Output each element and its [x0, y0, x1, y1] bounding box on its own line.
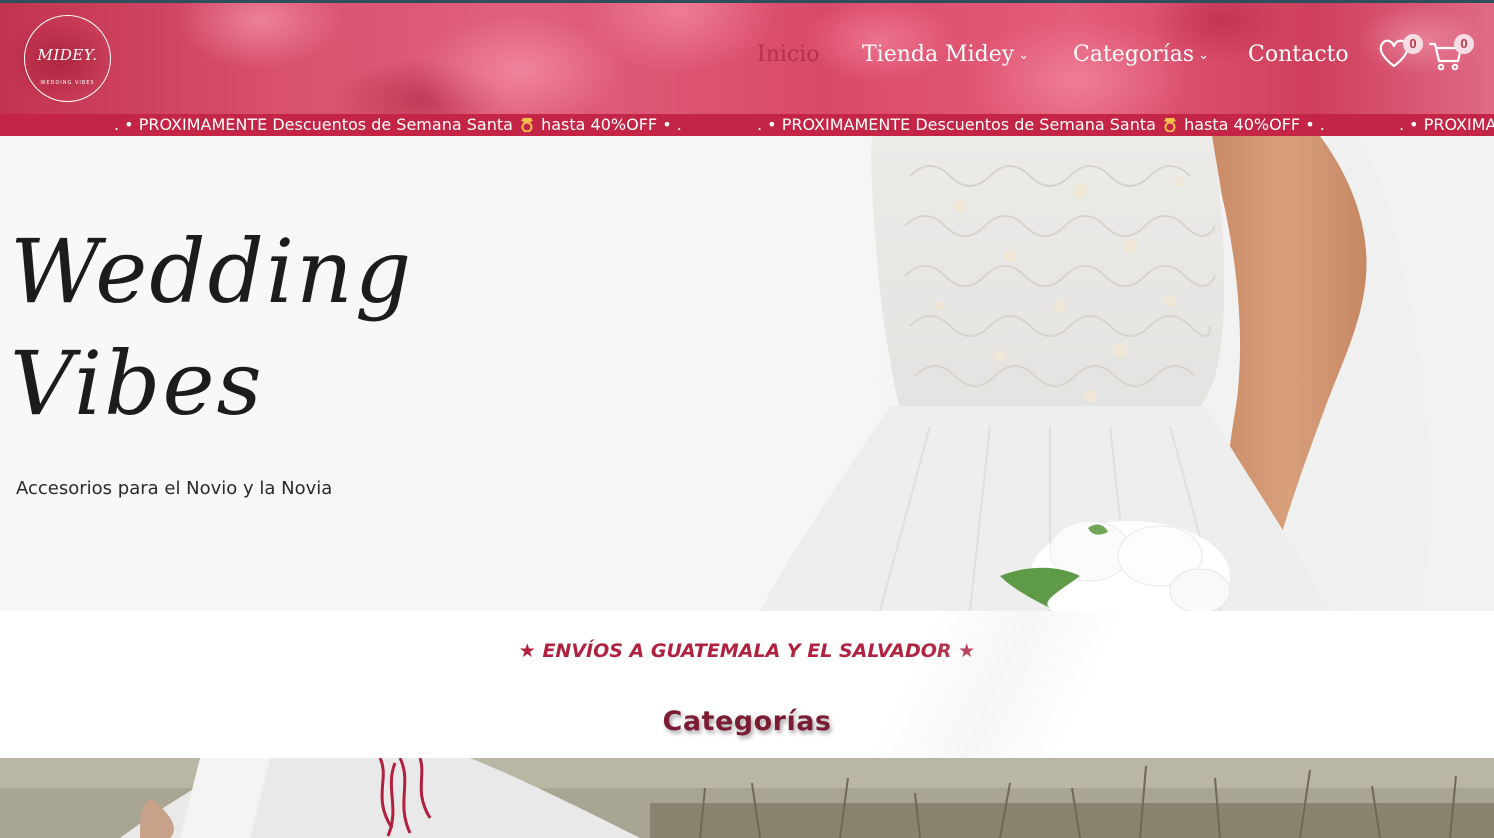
logo-subtext: WEDDING VIBES [40, 80, 95, 86]
ticker-text: . • PROXIMAMENTE [1399, 115, 1494, 134]
hero-title-line: Wedding [10, 220, 414, 323]
hero-title: Wedding Vibes [10, 216, 430, 440]
hero-title-line: Vibes [10, 332, 264, 435]
nav-label: Categorías [1073, 42, 1195, 67]
nav-tienda-midey[interactable]: Tienda Midey ⌄ [862, 42, 1029, 67]
nav-label: Contacto [1248, 42, 1349, 67]
bride-field-photo [0, 758, 1494, 838]
shipping-notice: ★ ENVÍOS A GUATEMALA Y EL SALVADOR ★ [518, 640, 976, 662]
nav-contacto[interactable]: Contacto [1248, 42, 1349, 67]
hero-subtitle: Accesorios para el Novio y la Novia [16, 478, 333, 499]
ticker-text: . • PROXIMAMENTE Descuentos de Semana Sa… [114, 115, 513, 134]
nav-label: Tienda Midey [862, 42, 1015, 67]
cart-count-badge: 0 [1454, 34, 1474, 54]
nav-categorias[interactable]: Categorías ⌄ [1073, 42, 1209, 67]
chevron-down-icon: ⌄ [1018, 48, 1030, 63]
ticker-text: . • PROXIMAMENTE Descuentos de Semana Sa… [757, 115, 1156, 134]
cart-button[interactable]: 0 [1428, 34, 1474, 76]
ticker-text: hasta 40%OFF • . [541, 115, 682, 134]
ticker-item: . • PROXIMAMENTE Descuentos de Semana Sa… [114, 116, 682, 134]
ticker-item: . • PROXIMAMENTE [1399, 116, 1494, 134]
ring-icon [1164, 118, 1176, 132]
chevron-down-icon: ⌄ [1198, 48, 1210, 63]
site-logo[interactable]: MIDEY. WEDDING VIBES [24, 15, 111, 102]
hero-banner: Wedding Vibes Accesorios para el Novio y… [0, 136, 1494, 611]
nav-label: Inicio [757, 42, 820, 67]
ring-icon [521, 118, 533, 132]
wishlist-count-badge: 0 [1403, 34, 1423, 54]
logo-text: MIDEY. [37, 46, 98, 64]
announcement-bar: . • PROXIMAMENTE Descuentos de Semana Sa… [0, 114, 1494, 136]
categories-heading: Categorías [662, 706, 832, 737]
ticker-item: . • PROXIMAMENTE Descuentos de Semana Sa… [757, 116, 1325, 134]
shipping-section: ★ ENVÍOS A GUATEMALA Y EL SALVADOR ★ Cat… [0, 611, 1494, 758]
ticker-text: hasta 40%OFF • . [1184, 115, 1325, 134]
site-header: MIDEY. WEDDING VIBES Inicio Tienda Midey… [0, 0, 1494, 114]
category-banner[interactable] [0, 758, 1494, 838]
wishlist-button[interactable]: 0 [1377, 34, 1423, 76]
nav-inicio[interactable]: Inicio [757, 42, 820, 67]
